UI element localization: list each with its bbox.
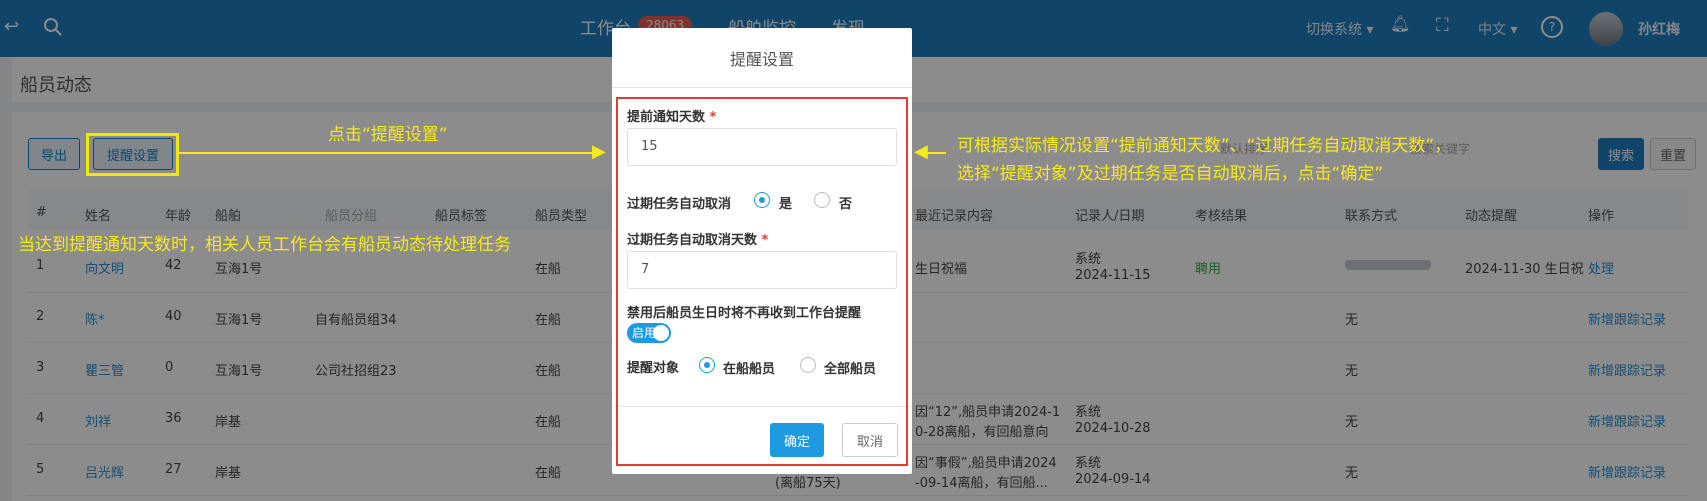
remind-button-highlight bbox=[86, 133, 179, 176]
arrow-line-left bbox=[179, 152, 597, 154]
annotation-click-hint: 点击“提醒设置” bbox=[328, 125, 448, 145]
dialog-highlight-box bbox=[616, 97, 908, 466]
dialog-divider-top bbox=[612, 87, 912, 88]
arrow-head-right-icon: ▶ bbox=[592, 141, 606, 162]
dialog-title: 提醒设置 bbox=[729, 50, 794, 69]
annotation-right-hint-1: 可根据实际情况设置“提前通知天数”、“过期任务自动取消天数”， bbox=[957, 136, 1452, 156]
arrow-line-right bbox=[926, 152, 946, 154]
annotation-right-hint-2: 选择“提醒对象”及过期任务是否自动取消后，点击“确定” bbox=[957, 164, 1384, 184]
annotation-left-hint: 当达到提醒通知天数时，相关人员工作台会有船员动态待处理任务 bbox=[18, 235, 511, 255]
